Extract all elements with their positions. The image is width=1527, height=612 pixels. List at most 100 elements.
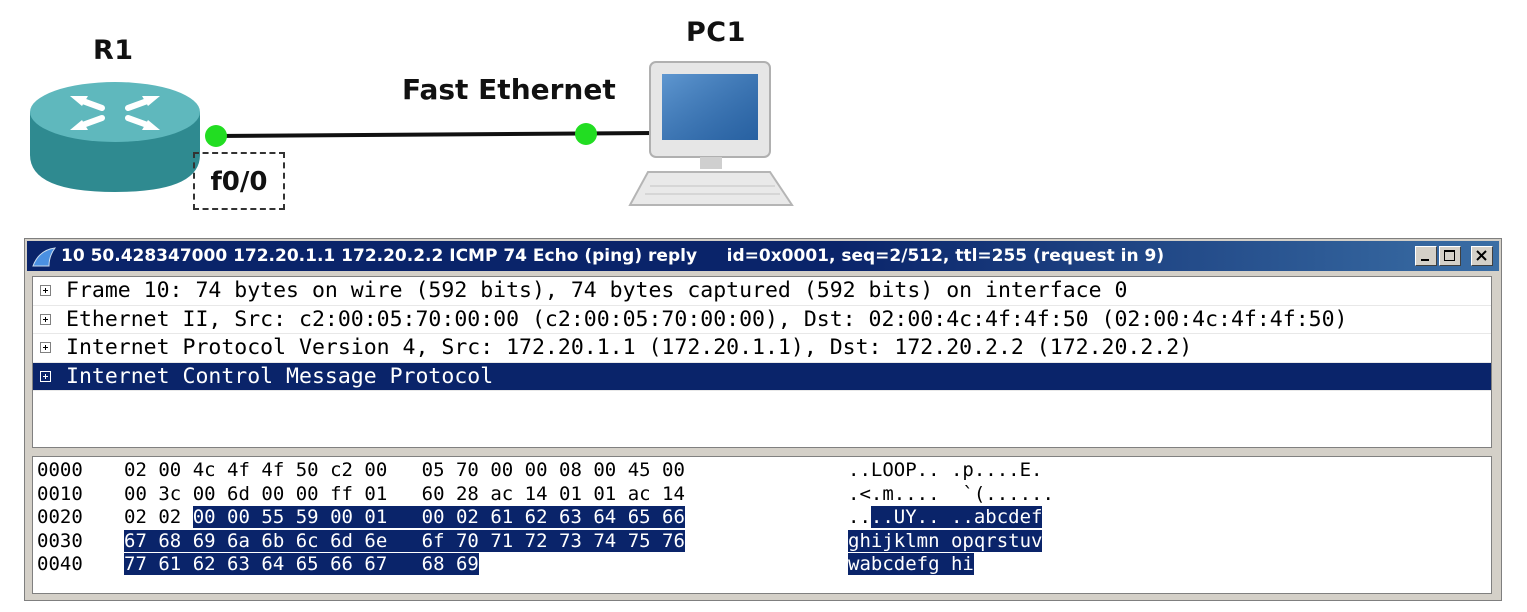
hex-byte[interactable]: 00 <box>296 483 319 505</box>
hex-byte[interactable]: 64 <box>593 506 617 528</box>
hex-byte[interactable]: 59 <box>295 506 319 528</box>
hex-byte[interactable]: ac <box>628 483 651 505</box>
hex-byte[interactable]: 6b <box>261 529 285 552</box>
hex-byte[interactable]: 60 <box>422 483 445 505</box>
hex-byte[interactable]: 73 <box>559 529 582 552</box>
hex-bytes[interactable]: 02 00 4c 4f 4f 50 c2 00 05 70 00 00 08 0… <box>124 459 685 481</box>
hex-byte[interactable]: 00 <box>662 459 685 481</box>
hex-byte[interactable]: 55 <box>261 506 285 528</box>
hex-byte[interactable]: 76 <box>662 529 685 552</box>
tree-row[interactable]: Internet Control Message Protocol <box>33 362 1491 391</box>
hex-byte[interactable]: 00 <box>525 459 548 481</box>
hex-bytes[interactable]: 00 3c 00 6d 00 00 ff 01 60 28 ac 14 01 0… <box>124 483 685 505</box>
hex-byte[interactable]: 63 <box>227 553 250 575</box>
hex-ascii[interactable]: wabcdefg hi <box>848 553 974 575</box>
packet-details-tree[interactable]: Frame 10: 74 bytes on wire (592 bits), 7… <box>32 276 1492 448</box>
hex-byte[interactable]: 02 <box>124 459 147 481</box>
hex-ascii[interactable]: .<.m.... `(...... <box>848 483 1054 505</box>
hex-byte[interactable]: 64 <box>261 553 285 575</box>
hex-byte[interactable]: 08 <box>559 459 582 481</box>
hex-byte[interactable]: 00 <box>330 506 353 528</box>
hex-byte[interactable]: 02 <box>158 506 181 528</box>
hex-byte[interactable]: 00 <box>261 483 284 505</box>
title-bar[interactable]: 10 50.428347000 172.20.1.1 172.20.2.2 IC… <box>27 241 1499 271</box>
hex-ascii[interactable]: ....UY.. ..abcdef <box>848 506 1043 528</box>
hex-byte[interactable]: ac <box>490 483 513 505</box>
hex-bytes[interactable]: 67 68 69 6a 6b 6c 6d 6e 6f 70 71 72 73 7… <box>124 529 685 552</box>
hex-byte[interactable]: 00 <box>124 483 147 505</box>
hex-byte[interactable]: c2 <box>330 459 353 481</box>
hex-byte[interactable]: 01 <box>364 483 387 505</box>
hex-byte[interactable]: 05 <box>422 459 445 481</box>
hex-byte[interactable]: 61 <box>158 553 182 575</box>
hex-byte[interactable]: 00 <box>193 483 216 505</box>
hex-byte[interactable]: 74 <box>593 529 617 552</box>
hex-byte[interactable]: 28 <box>456 483 479 505</box>
hex-byte[interactable]: 00 <box>490 459 513 481</box>
hex-byte[interactable]: 6e <box>364 529 388 552</box>
router-icon[interactable] <box>30 82 200 192</box>
expand-plus-icon[interactable] <box>40 285 51 296</box>
hex-byte[interactable]: 00 <box>364 459 387 481</box>
hex-ascii[interactable]: ..LOOP.. .p....E. <box>848 459 1042 481</box>
hex-byte[interactable]: ff <box>330 483 353 505</box>
hex-byte[interactable]: 75 <box>627 529 651 552</box>
tree-row[interactable]: Internet Protocol Version 4, Src: 172.20… <box>33 334 1491 363</box>
hex-byte[interactable]: 6d <box>330 529 353 552</box>
hex-byte[interactable]: 65 <box>627 506 651 528</box>
expand-plus-icon[interactable] <box>40 370 51 382</box>
hex-ascii[interactable]: ghijklmn opqrstuv <box>848 529 1043 552</box>
hex-byte[interactable]: 00 <box>593 459 616 481</box>
hex-byte[interactable]: 00 <box>192 506 216 528</box>
hex-byte[interactable]: 69 <box>455 553 479 575</box>
minimize-button[interactable] <box>1415 246 1437 266</box>
hex-byte[interactable]: 67 <box>364 553 388 575</box>
hex-byte[interactable]: 4c <box>193 459 216 481</box>
hex-byte[interactable]: 6d <box>227 483 250 505</box>
expand-plus-icon[interactable] <box>40 313 51 325</box>
pc-icon[interactable] <box>628 61 794 206</box>
hex-byte[interactable]: 14 <box>525 483 548 505</box>
hex-byte[interactable]: 01 <box>559 483 582 505</box>
close-button[interactable] <box>1471 246 1493 266</box>
hex-byte[interactable]: 01 <box>593 483 616 505</box>
hex-byte[interactable]: 4f <box>227 459 250 481</box>
hex-byte[interactable]: 77 <box>124 553 147 575</box>
hex-byte[interactable]: 61 <box>490 506 514 528</box>
hex-byte[interactable]: 00 <box>227 506 250 528</box>
hex-byte[interactable]: 62 <box>192 553 216 575</box>
hex-byte[interactable]: 69 <box>192 529 216 552</box>
hex-bytes[interactable]: 77 61 62 63 64 65 66 67 68 69 <box>124 553 479 575</box>
hex-byte[interactable]: 70 <box>455 529 479 552</box>
hex-byte[interactable]: 6c <box>295 529 319 552</box>
hex-byte[interactable]: 67 <box>124 529 147 552</box>
hex-byte[interactable]: 01 <box>364 506 388 528</box>
hex-byte[interactable]: 45 <box>628 459 651 481</box>
tree-row[interactable]: Frame 10: 74 bytes on wire (592 bits), 7… <box>33 277 1491 306</box>
hex-byte[interactable]: 68 <box>421 553 445 575</box>
tree-row[interactable]: Ethernet II, Src: c2:00:05:70:00:00 (c2:… <box>33 306 1491 334</box>
hex-byte[interactable]: 02 <box>455 506 479 528</box>
hex-byte[interactable]: 62 <box>524 506 548 528</box>
hex-byte[interactable]: 71 <box>490 529 514 552</box>
maximize-button[interactable] <box>1439 246 1461 266</box>
hex-byte[interactable]: 72 <box>524 529 548 552</box>
packet-bytes-pane[interactable]: 0000 02 00 4c 4f 4f 50 c2 00 05 70 00 00 … <box>32 456 1492 594</box>
hex-byte[interactable]: 3c <box>158 483 181 505</box>
hex-byte[interactable]: 65 <box>295 553 319 575</box>
hex-byte[interactable]: 50 <box>296 459 319 481</box>
hex-byte[interactable]: 02 <box>124 506 147 528</box>
hex-byte[interactable]: 4f <box>261 459 284 481</box>
hex-bytes[interactable]: 02 02 00 00 55 59 00 01 00 02 61 62 63 6… <box>124 506 685 528</box>
hex-byte[interactable]: 63 <box>559 506 582 528</box>
hex-byte[interactable]: 14 <box>662 483 685 505</box>
hex-byte[interactable]: 66 <box>330 553 353 575</box>
hex-byte[interactable]: 00 <box>158 459 181 481</box>
hex-byte[interactable]: 00 <box>421 506 445 528</box>
hex-byte[interactable]: 68 <box>158 529 182 552</box>
hex-byte[interactable]: 6a <box>227 529 250 552</box>
hex-byte[interactable]: 6f <box>421 529 445 552</box>
hex-byte[interactable]: 66 <box>662 506 685 528</box>
hex-byte[interactable]: 70 <box>456 459 479 481</box>
expand-plus-icon[interactable] <box>40 342 51 353</box>
